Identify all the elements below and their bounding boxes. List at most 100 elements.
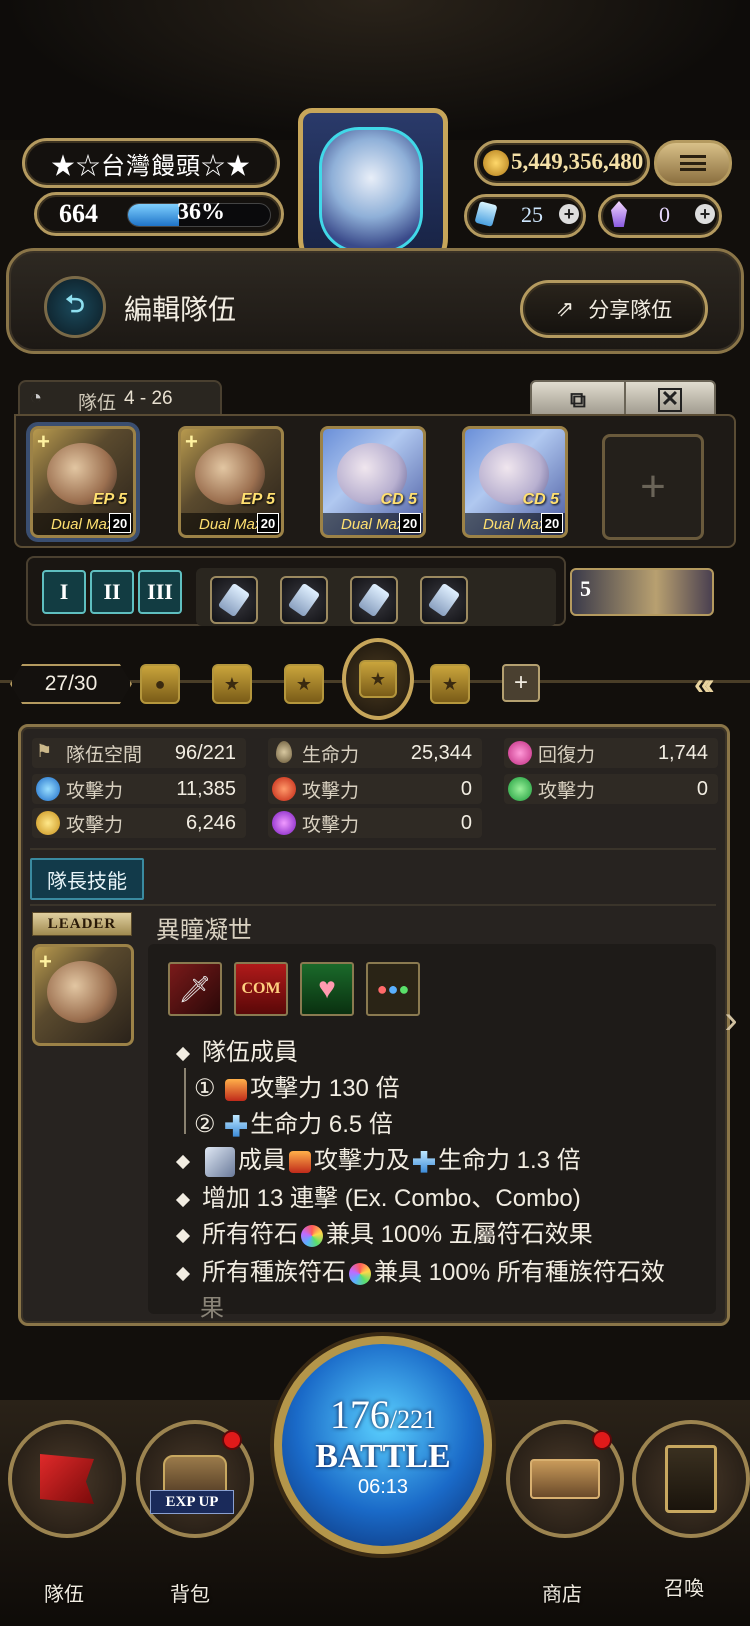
leader-card[interactable]: + [32, 944, 134, 1046]
skill-line-7: 所有種族符石 兼具 100% 所有種族符石效 [175, 1252, 665, 1287]
pager-add-button[interactable]: + [502, 664, 540, 702]
leader-skill-name: 異瞳凝世 [156, 917, 252, 944]
pager-selected-medallion[interactable]: ★ [342, 638, 414, 720]
share-icon: ⇗ [555, 296, 575, 321]
next-arrow-icon[interactable]: › [716, 990, 746, 1050]
craft-icon [287, 582, 321, 618]
shop-nav-label: 商店 [542, 1584, 582, 1606]
crystal-plate[interactable]: 0 + [598, 194, 722, 238]
craft-slot-2[interactable] [280, 576, 328, 624]
shop-notification-dot [592, 1430, 612, 1450]
cross-icon-2 [413, 1150, 435, 1173]
craft-slot-1[interactable] [210, 576, 258, 624]
all-race-orbs-icon [349, 1262, 371, 1285]
crystal-count: 0 [659, 202, 670, 227]
pager-box: 27/30 [10, 664, 132, 704]
leader-badge: LEADER [32, 912, 132, 936]
page-title: 編輯隊伍 [124, 294, 237, 325]
card-dual-label: Dual Max [199, 516, 263, 533]
battle-label: BATTLE [315, 1438, 451, 1475]
empty-card-slot[interactable]: + [602, 434, 704, 540]
team-tab-header: ◔ 隊伍 4 - 26 [18, 380, 222, 418]
pager-current: 27/30 [44, 672, 98, 695]
player-name-plate[interactable]: ★☆台灣饅頭☆★ [22, 138, 280, 188]
sword-skill-icon: 🗡 [168, 962, 222, 1016]
team-page-icon-4[interactable]: ★ [430, 664, 470, 704]
battle-timer: 06:13 [357, 1476, 409, 1498]
team-icon: ◔ [30, 387, 43, 409]
share-team-button[interactable]: ⇗ 分享隊伍 [520, 280, 708, 338]
team-tab-2[interactable]: II [90, 570, 134, 614]
stat-wood-attack: 攻擊力 0 [504, 774, 718, 804]
shop-sign-icon [530, 1459, 600, 1499]
team-tab-1[interactable]: I [42, 570, 86, 614]
team-card-2[interactable]: + EP 5 Dual Max 20 [178, 426, 284, 538]
team-page-icon-2[interactable]: ★ [212, 664, 252, 704]
skill-line-3: ② 生命力 6.5 倍 [194, 1111, 393, 1138]
avatar [319, 127, 423, 253]
craft-slot-3[interactable] [350, 576, 398, 624]
fire-race-icon-2 [289, 1150, 311, 1173]
card-enhance-badge: EP 5 [240, 491, 275, 508]
team-nav-button[interactable] [8, 1420, 126, 1538]
heart-skill-icon: ♥ [300, 962, 354, 1016]
team-card-3[interactable]: CD 5 Dual Max 20 [320, 426, 426, 538]
helper-number: 5 [580, 576, 591, 601]
card-dual-label: Dual Max [341, 516, 405, 533]
bag-nav-label: 背包 [170, 1584, 210, 1606]
cross-icon [225, 1114, 248, 1137]
collapse-arrows-icon[interactable]: «‹ [694, 668, 715, 702]
skill-line-5: 增加 13 連擊 (Ex. Combo、Combo) [175, 1178, 581, 1213]
flag-icon: ⚑ [36, 741, 53, 761]
diamond-plate[interactable]: 25 + [464, 194, 586, 238]
wood-icon [508, 777, 532, 801]
bag-notification-dot [222, 1430, 242, 1450]
add-diamond-icon[interactable]: + [559, 204, 579, 224]
exp-percent: 36% [177, 199, 225, 225]
card-level: 20 [109, 513, 131, 533]
stamina-current: 176 [329, 1392, 390, 1437]
helper-card[interactable]: 5 [570, 568, 714, 616]
coin-plate[interactable]: 5,449,356,480 [474, 140, 650, 186]
team-card-4[interactable]: CD 5 Dual Max 20 [462, 426, 568, 538]
dark-icon [272, 811, 296, 835]
plus-badge-icon: + [37, 429, 50, 454]
hamburger-icon [680, 155, 706, 171]
menu-button[interactable] [654, 140, 732, 186]
team-page-icon-3[interactable]: ★ [284, 664, 324, 704]
skill-line-bracket [184, 1068, 186, 1134]
stat-water-attack: 攻擊力 11,385 [32, 774, 246, 804]
player-level: 664 [59, 199, 98, 228]
plus-icon: + [640, 462, 666, 511]
plus-badge-icon: + [39, 949, 52, 974]
summon-nav-button[interactable] [632, 1420, 750, 1538]
card-dual-label: Dual Max [483, 516, 547, 533]
craft-icon [217, 582, 251, 618]
diamond-icon [474, 201, 498, 227]
team-page-icon-1[interactable]: ● [140, 664, 180, 704]
team-card-1[interactable]: + EP 5 Dual Max 20 [30, 426, 136, 538]
combo-skill-icon: COM [234, 962, 288, 1016]
light-icon [36, 811, 60, 835]
hp-drop-icon [276, 741, 292, 763]
card-enhance-badge: CD 5 [522, 491, 559, 508]
leader-divider [30, 904, 716, 906]
member-portrait-icon [205, 1146, 235, 1177]
team-tab-3[interactable]: III [138, 570, 182, 614]
craft-slot-4[interactable] [420, 576, 468, 624]
exp-bar-fill [128, 204, 180, 226]
tab-leader-skill[interactable]: 隊長技能 [30, 858, 144, 900]
card-level: 20 [257, 513, 279, 533]
stat-hp: 生命力 25,344 [268, 738, 482, 768]
add-crystal-icon[interactable]: + [695, 204, 715, 224]
battle-button[interactable]: 176/221 BATTLE 06:13 [274, 1336, 492, 1554]
card-enhance-badge: EP 5 [92, 491, 127, 508]
water-icon [36, 777, 60, 801]
coin-icon [483, 150, 509, 176]
plus-badge-icon: + [185, 429, 198, 454]
card-level: 20 [541, 513, 563, 533]
card-level: 20 [399, 513, 421, 533]
back-button[interactable]: ⮌ [44, 276, 106, 338]
card-enhance-badge: CD 5 [380, 491, 417, 508]
orbs-skill-icon: ● ● ● [366, 962, 420, 1016]
